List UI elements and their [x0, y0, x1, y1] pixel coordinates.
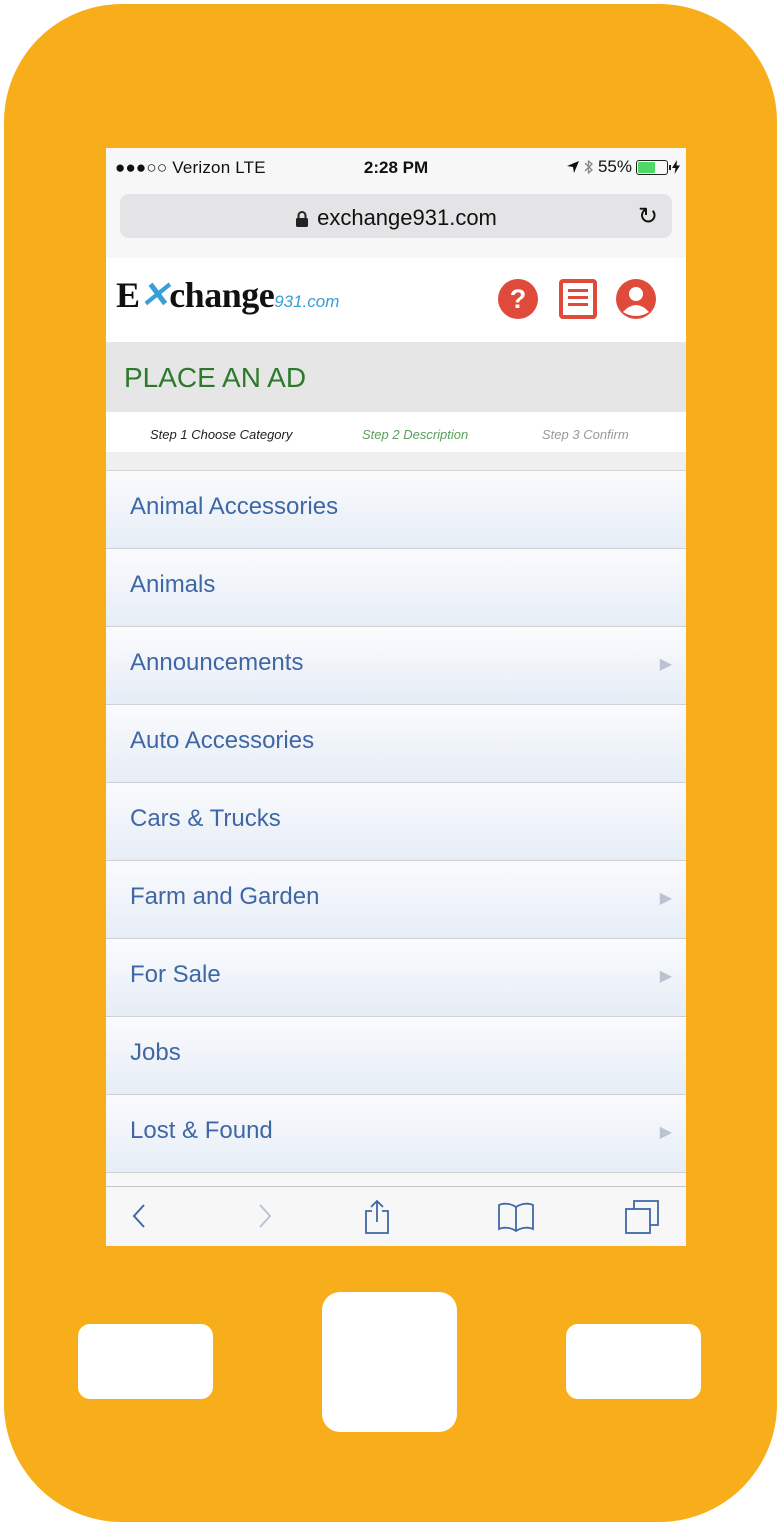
phone-screen: ●●●○○ Verizon LTE 2:28 PM 55% exchange93… — [106, 148, 686, 1246]
phone-frame: ●●●○○ Verizon LTE 2:28 PM 55% exchange93… — [4, 4, 777, 1522]
chevron-right-icon: ▶ — [659, 968, 672, 985]
chevron-right-icon: ▶ — [659, 890, 672, 907]
category-label: For Sale — [130, 961, 221, 988]
site-header: E✕change931.com ? — [106, 258, 686, 342]
category-label: Animals — [130, 571, 216, 598]
page-title: PLACE AN AD — [124, 362, 307, 393]
list-icon[interactable] — [557, 278, 599, 320]
forward-icon[interactable] — [254, 1199, 276, 1233]
category-item[interactable]: Animal Accessories — [106, 471, 686, 549]
category-label: Jobs — [130, 1039, 181, 1066]
divider — [106, 452, 686, 471]
lock-icon — [296, 211, 309, 228]
category-item[interactable]: For Sale ▶ — [106, 939, 686, 1017]
browser-toolbar — [106, 1186, 686, 1246]
battery-icon — [636, 159, 671, 175]
category-list: Animal Accessories Animals Announcements… — [106, 471, 686, 1173]
category-label: Auto Accessories — [130, 727, 315, 754]
site-logo[interactable]: E✕change931.com — [116, 274, 339, 316]
address-bar[interactable]: exchange931.com ↻ — [120, 194, 672, 238]
category-label: Cars & Trucks — [130, 805, 281, 832]
status-bar: ●●●○○ Verizon LTE 2:28 PM 55% — [106, 148, 686, 188]
step-indicator: Step 1 Choose Category Step 2 Descriptio… — [106, 412, 686, 452]
category-item[interactable]: Lost & Found ▶ — [106, 1095, 686, 1173]
category-item[interactable]: Announcements ▶ — [106, 627, 686, 705]
category-label: Animal Accessories — [130, 493, 339, 520]
home-button[interactable] — [322, 1292, 457, 1432]
step-1: Step 1 Choose Category — [150, 427, 293, 442]
category-label: Announcements — [130, 649, 304, 676]
category-label: Farm and Garden — [130, 883, 320, 910]
category-item[interactable]: Auto Accessories — [106, 705, 686, 783]
account-icon[interactable] — [615, 278, 657, 320]
category-item[interactable]: Animals — [106, 549, 686, 627]
category-item[interactable]: Farm and Garden ▶ — [106, 861, 686, 939]
svg-text:?: ? — [510, 284, 527, 314]
left-hardware-button[interactable] — [78, 1324, 213, 1399]
reload-icon[interactable]: ↻ — [638, 202, 658, 231]
category-item[interactable]: Cars & Trucks — [106, 783, 686, 861]
page-title-bar: PLACE AN AD — [106, 342, 686, 412]
back-icon[interactable] — [128, 1199, 150, 1233]
url-text: exchange931.com — [317, 205, 497, 230]
logo-suffix: 931.com — [274, 292, 340, 311]
location-icon — [566, 161, 579, 173]
bluetooth-icon — [584, 159, 593, 175]
charging-icon — [672, 160, 680, 174]
share-icon[interactable] — [362, 1199, 392, 1235]
chevron-right-icon: ▶ — [659, 1124, 672, 1141]
step-3: Step 3 Confirm — [542, 427, 629, 442]
battery-percent: 55% — [597, 157, 632, 176]
help-icon[interactable]: ? — [497, 278, 539, 320]
chevron-right-icon: ▶ — [659, 656, 672, 673]
bookmarks-icon[interactable] — [496, 1199, 536, 1233]
category-item[interactable]: Jobs — [106, 1017, 686, 1095]
category-label: Lost & Found — [130, 1117, 273, 1144]
step-2: Step 2 Description — [362, 427, 469, 442]
tabs-icon[interactable] — [624, 1199, 660, 1235]
right-hardware-button[interactable] — [566, 1324, 701, 1399]
